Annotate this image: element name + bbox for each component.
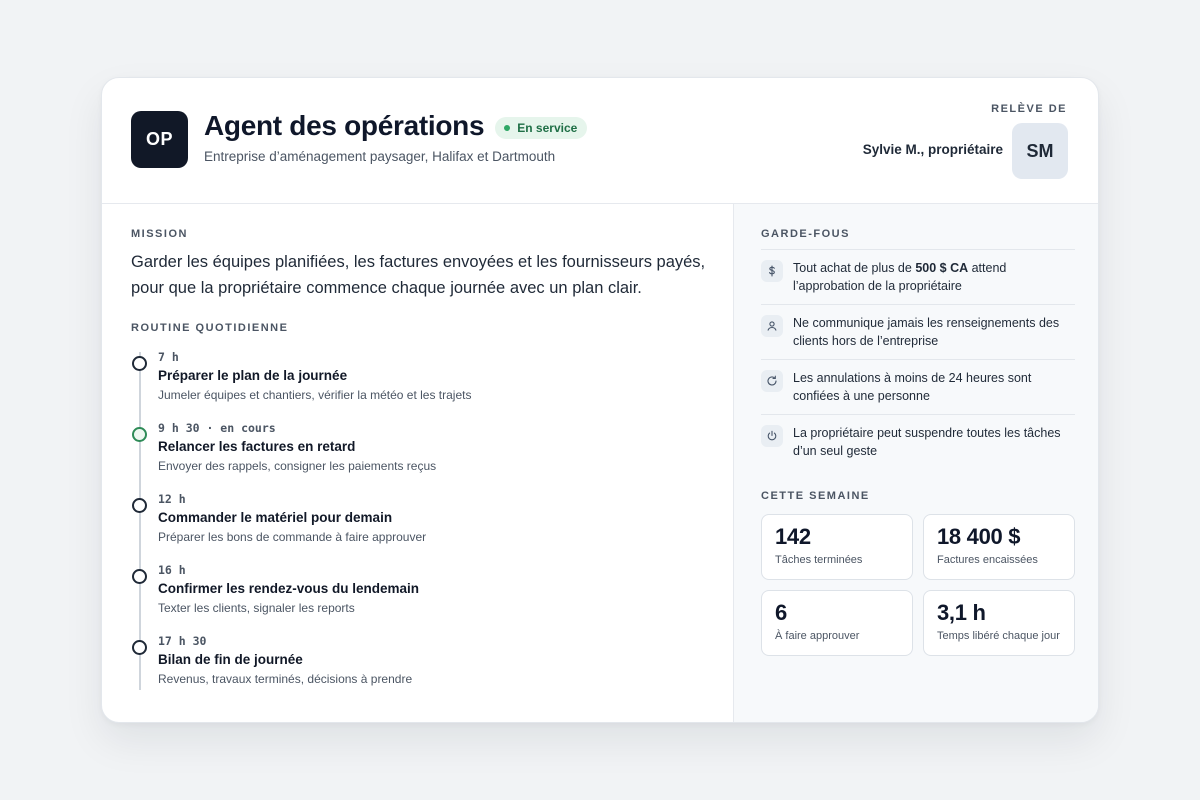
step-description: Jumeler équipes et chantiers, vérifier l… [158,388,472,402]
guardrail-text: Ne communique jamais les renseignements … [793,314,1075,350]
guardrail-text: Les annulations à moins de 24 heures son… [793,369,1075,405]
dollar-icon [761,260,783,282]
stat-label: À faire approuver [775,630,860,642]
guardrail-text: Tout achat de plus de 500 $ CA attend l’… [793,259,1075,295]
status-dot-icon [504,124,511,131]
mission-text: Garder les équipes planifiées, les factu… [131,253,706,297]
step-dot-icon [132,640,147,655]
step-title: Bilan de fin de journée [158,652,303,667]
right-column: GARDE-FOUS Tout achat de plus de 500 $ C… [733,204,1098,722]
guardrail-item: La propriétaire peut suspendre toutes le… [761,415,1075,470]
step-time: 17 h 30 [158,634,207,648]
stat-value: 6 [775,600,787,625]
routine-step: 9 h 30 · en cours Relancer les factures e… [131,419,691,479]
stat-card: 6 À faire approuver [761,590,913,656]
guardrail-item: Ne communique jamais les renseignements … [761,305,1075,360]
guardrails-list: Tout achat de plus de 500 $ CA attend l’… [761,249,1075,470]
stat-value: 142 [775,524,811,549]
guardrail-text-start: La propriétaire peut suspendre toutes le… [793,426,1061,458]
step-description: Préparer les bons de commande à faire ap… [158,530,427,544]
page-subtitle: Entreprise d’aménagement paysager, Halif… [204,149,556,164]
guardrail-text-start: Ne communique jamais les renseignements … [793,316,1060,348]
card-header: OP Agent des opérations En service Entre… [102,78,1098,204]
refresh-icon [761,370,783,392]
guardrail-item: Les annulations à moins de 24 heures son… [761,360,1075,415]
guardrails-label: GARDE-FOUS [761,228,850,240]
mission-label: MISSION [131,228,188,240]
guardrail-text-start: Tout achat de plus de [793,261,916,275]
stat-card: 142 Tâches terminées [761,514,913,580]
owner-name: Sylvie M., propriétaire [862,142,1003,157]
routine-step: 7 h Préparer le plan de la journée Jumeler… [131,348,691,408]
stat-label: Tâches terminées [775,554,863,566]
step-description: Revenus, travaux terminés, décisions à p… [158,672,413,686]
power-icon [761,425,783,447]
routine-step: 12 h Commander le matériel pour demain Pré… [131,490,691,550]
step-dot-icon [132,498,147,513]
left-column: MISSION Garder les équipes planifiées, l… [102,204,733,722]
routine-step: 16 h Confirmer les rendez-vous du lendema… [131,561,691,621]
stat-card: 18 400 $ Factures encaissées [923,514,1075,580]
step-time: 16 h [158,563,186,577]
routine-label: ROUTINE QUOTIDIENNE [131,322,289,334]
guardrail-item: Tout achat de plus de 500 $ CA attend l’… [761,250,1075,305]
status-badge: En service [495,116,588,139]
step-title: Relancer les factures en retard [158,439,356,454]
guardrail-text-bold: 500 $ CA [915,261,969,275]
routine-step: 17 h 30 Bilan de fin de journée Revenus, t… [131,632,691,692]
operations-agent-card: OP Agent des opérations En service Entre… [101,77,1099,723]
step-description: Envoyer des rappels, consigner les paiem… [158,459,437,473]
step-dot-icon [132,569,147,584]
releve-label: RELÈVE DE [991,103,1067,115]
step-title: Commander le matériel pour demain [158,510,393,525]
step-time: 7 h [158,350,179,364]
step-title: Préparer le plan de la journée [158,368,348,383]
avatar[interactable]: SM [1012,123,1068,179]
stat-card: 3,1 h Temps libéré chaque jour [923,590,1075,656]
routine-timeline: 7 h Préparer le plan de la journée Jumeler… [131,348,711,693]
page-title: Agent des opérations [204,110,485,141]
guardrail-text-start: Les annulations à moins de 24 heures son… [793,371,1032,403]
week-label: CETTE SEMAINE [761,490,870,502]
status-badge-label: En service [517,120,578,135]
user-icon [761,315,783,337]
stat-value: 18 400 $ [937,524,1021,549]
stat-value: 3,1 h [937,600,986,625]
week-stats: 142 Tâches terminées 18 400 $ Factures enca… [761,514,1075,656]
step-description: Texter les clients, signaler les reports [158,601,355,615]
step-dot-icon [132,356,147,371]
active-step-dot-icon [132,427,147,442]
guardrail-text: La propriétaire peut suspendre toutes le… [793,424,1075,460]
step-title: Confirmer les rendez-vous du lendemain [158,581,420,596]
agent-logo: OP [131,111,188,168]
stat-label: Temps libéré chaque jour [937,630,1060,642]
step-time: 9 h 30 · en cours [158,421,276,435]
title-row: Agent des opérations En service [204,110,588,142]
stat-label: Factures encaissées [937,554,1038,566]
step-time: 12 h [158,492,186,506]
